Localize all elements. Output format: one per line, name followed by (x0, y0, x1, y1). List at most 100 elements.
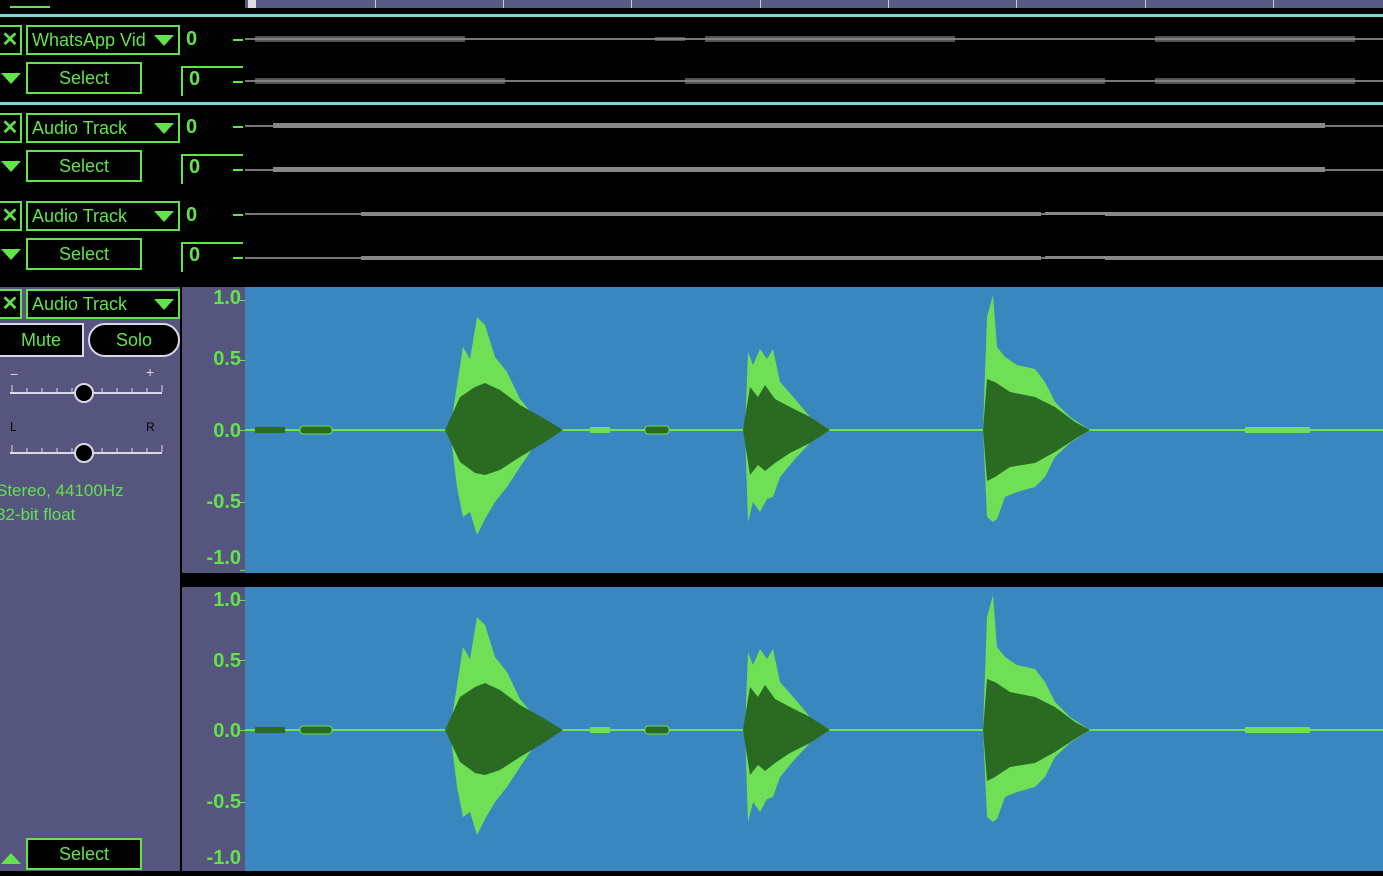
scale-divider (180, 573, 245, 587)
chevron-down-icon (154, 298, 174, 310)
gain-value: 0 (186, 204, 198, 226)
track-name-label: WhatsApp Vid (32, 31, 146, 49)
waveform-svg (245, 295, 1383, 535)
play-head-marker[interactable] (248, 0, 256, 8)
close-icon: ✕ (1, 29, 19, 51)
waveform-burst (1105, 212, 1383, 216)
chevron-down-icon (1, 248, 21, 260)
chevron-down-icon (1, 72, 21, 84)
close-icon: ✕ (1, 205, 19, 227)
gain-value: 0 (186, 116, 198, 138)
track-name-menu[interactable]: Audio Track (26, 113, 180, 143)
chevron-down-icon (154, 34, 174, 46)
waveform-noise (299, 425, 333, 435)
chevron-down-icon (154, 122, 174, 134)
waveform-noise (590, 727, 610, 733)
channel-divider (245, 573, 1383, 587)
lane-marker (233, 257, 243, 259)
scale-label: 0.0 (213, 420, 241, 442)
track-name-menu[interactable]: WhatsApp Vid (26, 25, 180, 55)
lane-marker (233, 126, 243, 128)
chevron-down-icon (154, 210, 174, 222)
waveform-channel-right[interactable] (245, 587, 1383, 871)
select-track-button[interactable]: Select (26, 150, 142, 182)
waveform-burst (705, 36, 955, 42)
track-name-menu[interactable]: Audio Track (26, 289, 180, 319)
waveform-noise (1245, 727, 1310, 733)
waveform-burst (1155, 78, 1355, 84)
ruler-strip[interactable] (245, 0, 1383, 8)
close-icon: ✕ (1, 293, 19, 315)
close-track-button[interactable]: ✕ (0, 201, 22, 231)
chevron-down-icon (1, 160, 21, 172)
gain-value: 0 (186, 28, 198, 50)
scale-label: 1.0 (213, 287, 241, 309)
waveform-burst-core (445, 683, 563, 775)
ruler-tick (631, 0, 632, 8)
pan-slider-thumb[interactable] (74, 443, 94, 463)
close-track-button[interactable]: ✕ (0, 25, 22, 55)
waveform-burst (255, 78, 505, 84)
track-separator (0, 102, 1383, 105)
waveform-burst (273, 167, 1325, 172)
ruler-marker (10, 6, 50, 8)
waveform-burst (361, 256, 1041, 260)
timeline-ruler[interactable] (0, 0, 1383, 14)
mute-button[interactable]: Mute (0, 323, 84, 357)
select-track-button[interactable]: Select (26, 238, 142, 270)
scale-label: -0.5 (206, 491, 241, 513)
track-name-label: Audio Track (32, 119, 128, 137)
track-waveform-collapsed[interactable] (245, 113, 1383, 183)
amplitude-scale: 1.0 0.5 0.0 -0.5 -1.0 (182, 587, 245, 871)
track-format-info: Stereo, 44100Hz (0, 481, 124, 500)
waveform-noise (644, 425, 670, 435)
ruler-tick (888, 0, 889, 8)
collapse-track-button[interactable] (0, 62, 22, 94)
waveform-noise (590, 427, 610, 433)
waveform-burst (1105, 256, 1383, 260)
close-icon: ✕ (1, 117, 19, 139)
pan-left-label: L (10, 420, 17, 434)
ruler-tick (375, 0, 376, 8)
ruler-tick (1145, 0, 1146, 8)
scale-label: -1.0 (206, 847, 241, 869)
gain-minus-label: − (10, 366, 19, 382)
waveform-burst (361, 212, 1041, 216)
track-name-label: Audio Track (32, 295, 128, 313)
lane-marker (233, 169, 243, 171)
waveform-channel-left[interactable] (245, 287, 1383, 573)
waveform-noise (255, 427, 285, 433)
waveform-burst (685, 78, 1105, 84)
track-bit-depth-info: 32-bit float (0, 505, 76, 524)
track-name-menu[interactable]: Audio Track (26, 201, 180, 231)
close-track-button[interactable]: ✕ (0, 289, 22, 319)
lane-marker (233, 81, 243, 83)
chevron-up-icon (1, 852, 21, 864)
ruler-tick (503, 0, 504, 8)
waveform-noise (255, 727, 285, 733)
ruler-tick (1016, 0, 1017, 8)
gain-slider-thumb[interactable] (74, 383, 94, 403)
collapse-track-button[interactable] (0, 150, 22, 182)
select-track-button[interactable]: Select (26, 838, 142, 870)
lane-marker (233, 39, 243, 41)
select-track-button[interactable]: Select (26, 62, 142, 94)
collapse-track-button[interactable] (0, 845, 22, 871)
ruler-tick (1273, 0, 1274, 8)
pan-right-label: R (146, 420, 155, 434)
scale-label: 0.5 (213, 348, 241, 370)
gain-plus-label: + (146, 364, 155, 380)
waveform-burst (1045, 256, 1105, 259)
collapse-track-button[interactable] (0, 238, 22, 270)
scale-label: 0.5 (213, 650, 241, 672)
track-separator (0, 14, 1383, 17)
waveform-noise (1245, 427, 1310, 433)
close-track-button[interactable]: ✕ (0, 113, 22, 143)
track-waveform-collapsed[interactable] (245, 25, 1383, 95)
amplitude-scale: 1.0 0.5 0.0 -0.5 -1.0 (182, 287, 245, 573)
scale-label: 1.0 (213, 589, 241, 611)
ruler-tick (760, 0, 761, 8)
solo-button[interactable]: Solo (88, 323, 180, 357)
track-waveform-collapsed[interactable] (245, 201, 1383, 281)
scale-label: -0.5 (206, 791, 241, 813)
